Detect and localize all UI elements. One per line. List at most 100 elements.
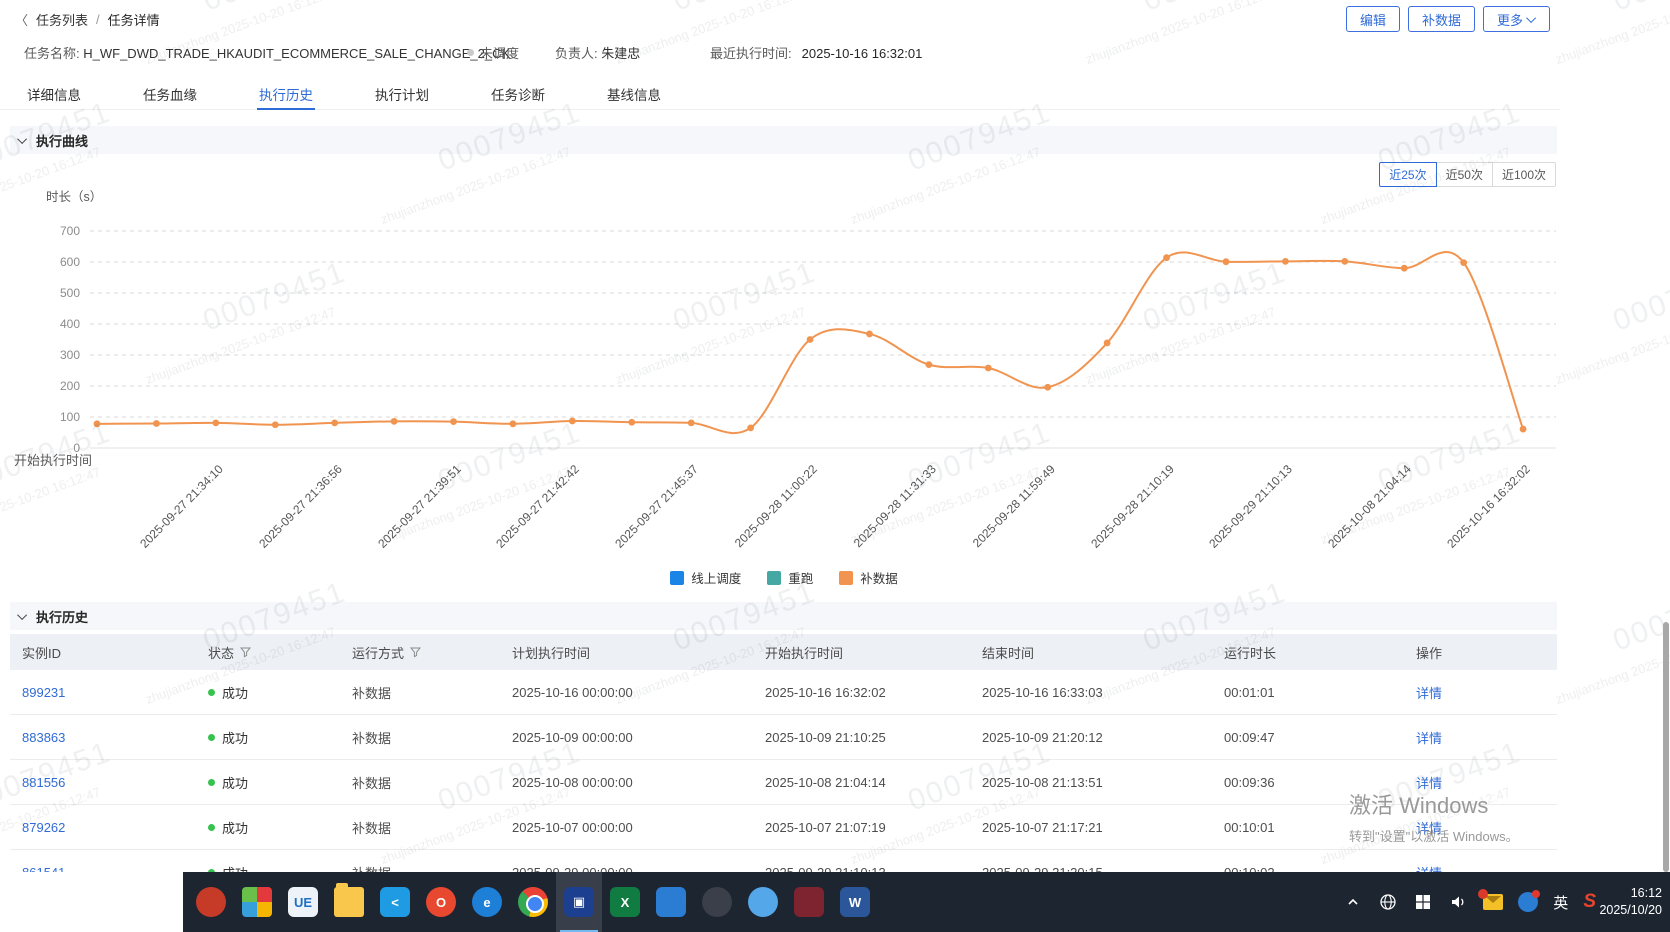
red-app-icon[interactable] <box>188 872 234 932</box>
pinwheel-icon[interactable] <box>234 872 280 932</box>
data-point[interactable] <box>153 420 160 427</box>
success-dot-icon <box>208 778 215 786</box>
instance-id-link[interactable]: 899231 <box>22 685 65 700</box>
instance-id-link[interactable]: 883863 <box>22 730 65 745</box>
data-point[interactable] <box>628 418 636 426</box>
filter-icon[interactable] <box>410 647 422 658</box>
data-point[interactable] <box>687 419 695 427</box>
lightblue-app-icon[interactable] <box>740 872 786 932</box>
tray-windows-icon[interactable] <box>1413 892 1433 912</box>
edit-button-label: 编辑 <box>1359 12 1386 28</box>
data-point[interactable] <box>747 424 755 432</box>
data-point[interactable] <box>1282 257 1289 265</box>
back-icon[interactable]: 〈 <box>15 10 28 29</box>
platform-app-icon-glyph: ▣ <box>564 887 594 917</box>
planned-time-cell: 2025-10-07 00:00:00 <box>512 819 633 835</box>
tab-baseline[interactable]: 基线信息 <box>605 78 663 109</box>
instance-id-link[interactable]: 861541 <box>22 865 65 873</box>
data-point[interactable] <box>568 417 576 425</box>
table-body: 899231 成功 补数据 2025-10-16 00:00:00 2025-10-16… <box>10 670 1557 872</box>
dark-globe-icon[interactable] <box>694 872 740 932</box>
legend-backfill[interactable]: 补数据 <box>839 568 898 587</box>
collapse-chevron-icon[interactable] <box>17 609 28 620</box>
success-dot-icon <box>208 733 215 741</box>
vertical-scrollbar[interactable] <box>1663 622 1669 872</box>
data-point[interactable] <box>331 419 339 427</box>
section-execution-history[interactable]: 执行历史 <box>10 602 1557 630</box>
backfill-button[interactable]: 补数据 <box>1407 6 1475 32</box>
darkred-app-icon[interactable] <box>786 872 832 932</box>
data-point[interactable] <box>1460 259 1468 267</box>
legend-online-schedule[interactable]: 线上调度 <box>670 568 741 587</box>
data-point[interactable] <box>390 417 398 425</box>
tab-diagnosis[interactable]: 任务诊断 <box>489 78 547 109</box>
data-point[interactable] <box>1341 257 1349 265</box>
run-method-cell: 补数据 <box>352 863 512 873</box>
duration-cell: 00:09:47 <box>1224 729 1275 745</box>
data-point[interactable] <box>1163 254 1170 262</box>
more-button[interactable]: 更多 <box>1482 6 1550 32</box>
platform-app-icon[interactable]: ▣ <box>556 872 602 932</box>
vscode-icon[interactable]: < <box>372 872 418 932</box>
chrome-icon[interactable] <box>510 872 556 932</box>
data-point[interactable] <box>271 421 279 429</box>
data-point[interactable] <box>984 364 992 372</box>
excel-icon[interactable]: X <box>602 872 648 932</box>
blue-app-icon[interactable] <box>648 872 694 932</box>
collapse-chevron-icon[interactable] <box>17 133 28 144</box>
legend-rerun[interactable]: 重跑 <box>767 568 813 587</box>
data-point[interactable] <box>1400 264 1408 272</box>
legend-swatch-teal-icon <box>767 570 782 585</box>
filter-icon[interactable] <box>240 647 252 658</box>
tab-exec-history[interactable]: 执行历史 <box>257 78 315 110</box>
data-point[interactable] <box>806 336 814 343</box>
data-point[interactable] <box>1103 339 1111 347</box>
tab-exec-plan[interactable]: 执行计划 <box>373 78 431 109</box>
owner-label: 负责人: <box>555 46 598 61</box>
task-meta-row: 任务名称: H_WF_DWD_TRADE_HKAUDIT_ECOMMERCE_S… <box>0 40 1670 62</box>
col-actions: 操作 <box>1416 645 1443 661</box>
tray-network-globe-icon[interactable] <box>1378 892 1398 912</box>
tray-ime-indicator[interactable]: 英 <box>1553 892 1568 913</box>
task-owner: 负责人: 朱建忠 <box>555 43 640 62</box>
tab-lineage[interactable]: 任务血缘 <box>141 78 199 109</box>
data-point[interactable] <box>93 420 101 428</box>
data-point[interactable] <box>1222 258 1230 266</box>
detail-link[interactable]: 详情 <box>1416 731 1442 746</box>
tray-message-icon[interactable] <box>1518 890 1541 912</box>
data-point[interactable] <box>450 418 457 426</box>
detail-link[interactable]: 详情 <box>1416 776 1442 791</box>
start-time-cell: 2025-10-08 21:04:14 <box>765 774 886 790</box>
tray-speaker-icon[interactable] <box>1448 892 1468 912</box>
edit-button[interactable]: 编辑 <box>1345 6 1400 32</box>
x-axis-title: 开始执行时间 <box>14 453 93 468</box>
data-point[interactable] <box>212 419 220 427</box>
end-time-cell: 2025-10-08 21:13:51 <box>982 774 1103 790</box>
red-ring-icon[interactable]: O <box>418 872 464 932</box>
detail-link[interactable]: 详情 <box>1416 821 1442 836</box>
more-button-label: 更多 <box>1496 12 1523 28</box>
breadcrumb-task-list[interactable]: 任务列表 <box>36 10 88 29</box>
file-explorer-icon[interactable] <box>326 872 372 932</box>
watermark-id: 00079451 <box>1608 575 1670 658</box>
y-tick-label: 700 <box>59 224 80 238</box>
tray-sogou-icon[interactable]: S <box>1583 891 1596 913</box>
instance-id-link[interactable]: 881556 <box>22 775 65 790</box>
range-last-25-button[interactable]: 近25次 <box>1379 162 1437 187</box>
data-point[interactable] <box>509 420 517 428</box>
tab-detail-info[interactable]: 详细信息 <box>25 78 83 109</box>
data-point[interactable] <box>1044 383 1052 391</box>
word-icon[interactable]: W <box>832 872 878 932</box>
instance-id-link[interactable]: 879262 <box>22 820 65 835</box>
detail-link[interactable]: 详情 <box>1416 686 1442 701</box>
taskbar-search-input[interactable] <box>0 872 183 932</box>
taskbar-clock[interactable]: 16:12 2025/10/20 <box>1599 872 1662 932</box>
data-point[interactable] <box>866 330 873 338</box>
data-point[interactable] <box>1519 425 1527 433</box>
tray-mail-icon[interactable] <box>1478 889 1504 910</box>
legend-swatch-orange-icon <box>839 570 854 585</box>
edge-blue-icon[interactable]: e <box>464 872 510 932</box>
ultraedit-icon[interactable]: UE <box>280 872 326 932</box>
data-point[interactable] <box>925 361 933 369</box>
tray-chevron-up-icon[interactable] <box>1343 892 1363 912</box>
